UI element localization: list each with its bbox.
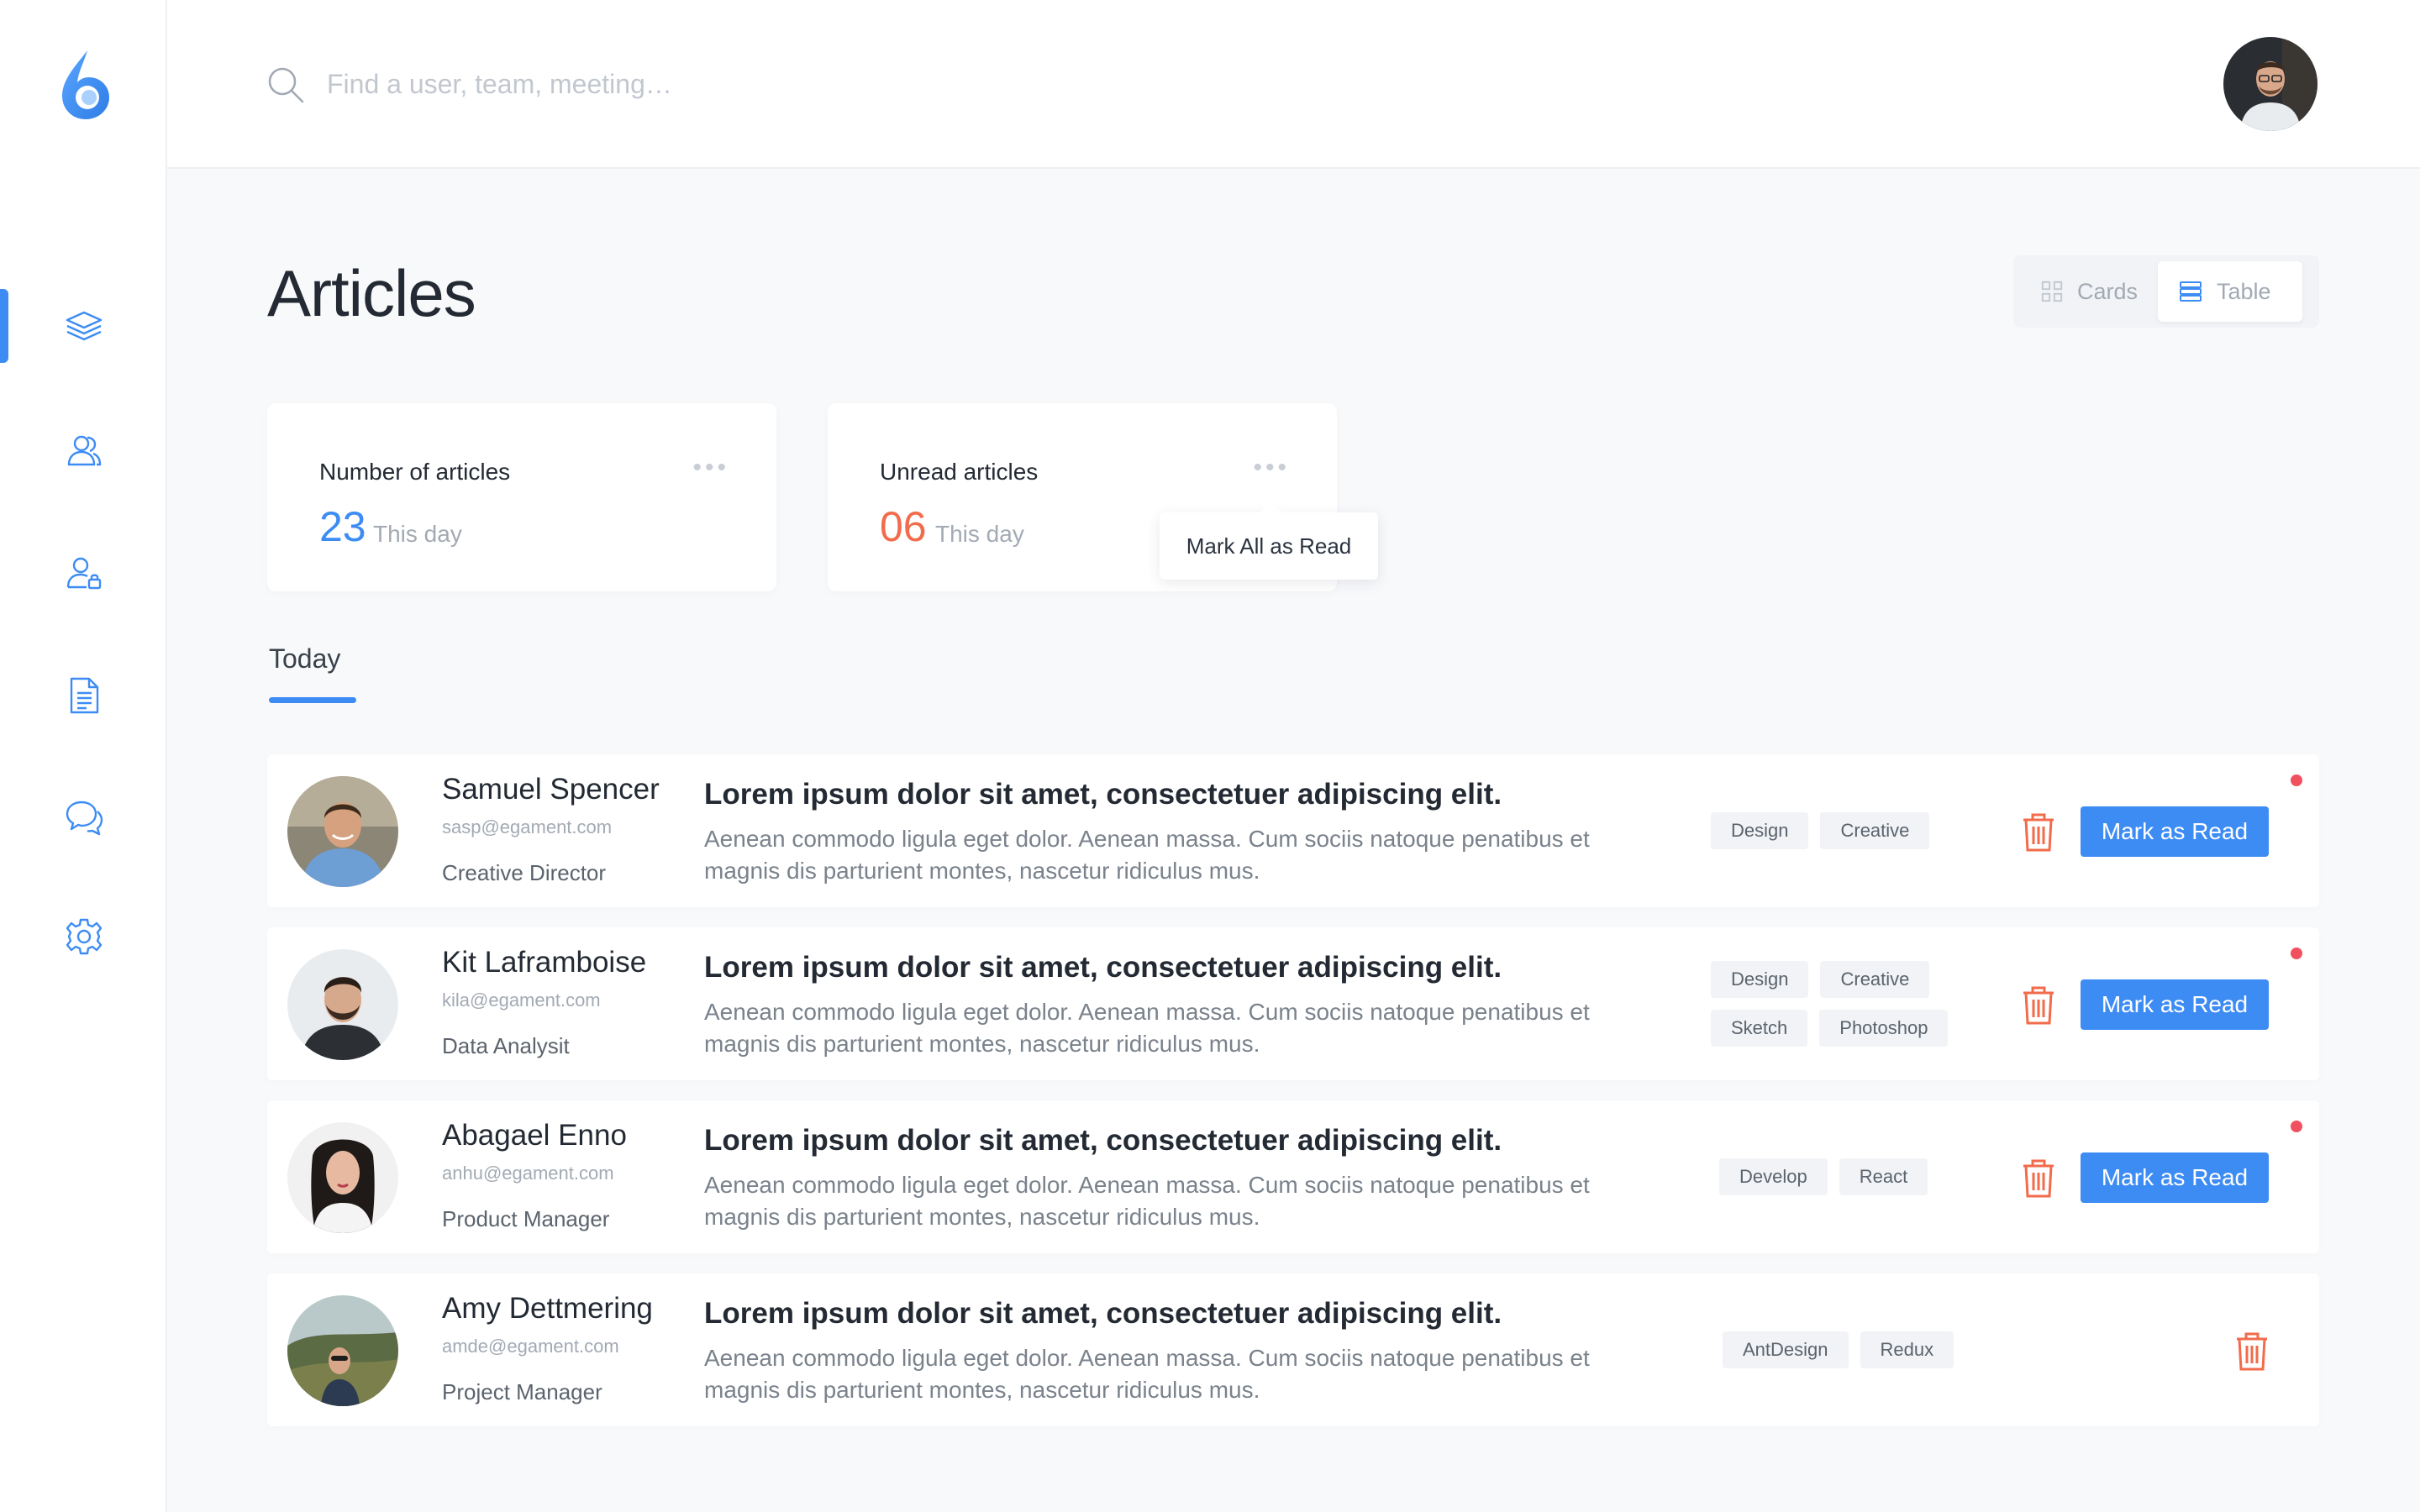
article-title: Lorem ipsum dolor sit amet, consectetuer… [704,1124,1502,1157]
table-row: Kit Laframboise kila@egament.com Data An… [267,927,2319,1080]
tag[interactable]: Redux [1860,1331,1954,1368]
author-name: Samuel Spencer [442,773,660,806]
author-email: sasp@egament.com [442,816,613,837]
article-title: Lorem ipsum dolor sit amet, consectetuer… [704,951,1502,984]
article-title: Lorem ipsum dolor sit amet, consectetuer… [704,778,1502,811]
author-role: Product Manager [442,1206,610,1231]
trash-icon[interactable] [2232,1329,2272,1373]
search-icon [268,67,304,103]
stat-value: 23 [319,503,366,550]
more-options-icon[interactable]: ••• [692,454,729,482]
tag[interactable]: Sketch [1711,1010,1808,1047]
chat-icon [66,801,103,836]
stat-sub: This day [935,521,1024,547]
users-icon [67,435,101,466]
cards-view-label: Cards [2076,278,2138,304]
table-view-label: Table [2217,278,2271,304]
avatar [287,949,398,1060]
avatar [287,776,398,887]
article-title: Lorem ipsum dolor sit amet, consectetuer… [704,1297,1502,1330]
list-icon [2180,281,2202,302]
stat-label: Unread articles [880,459,1039,485]
unread-indicator [2291,948,2302,959]
cards-view-button[interactable]: Cards [2018,261,2158,322]
sidebar-item-user-lock[interactable] [0,535,167,611]
page-title: Articles [267,256,476,330]
stat-sub: This day [373,521,462,547]
table-row: Samuel Spencer sasp@egament.com Creative… [267,754,2319,907]
layers-icon [66,311,102,341]
author-name: Kit Laframboise [442,946,647,979]
tag[interactable]: Develop [1719,1158,1828,1195]
trash-icon[interactable] [2018,810,2059,853]
search-input[interactable] [327,59,1083,109]
mark-as-read-button[interactable]: Mark as Read [2081,979,2269,1030]
table-row: Amy Dettmering amde@egament.com Project … [267,1273,2319,1426]
stat-card-articles: Number of articles 23 This day ••• [267,403,776,591]
document-icon [70,677,98,714]
tag[interactable]: React [1839,1158,1928,1195]
author-role: Project Manager [442,1379,602,1404]
author-email: anhu@egament.com [442,1163,614,1184]
tag-list: Design Creative [1711,754,1988,907]
user-lock-icon [66,557,101,590]
sidebar-item-settings[interactable] [0,899,167,974]
tag[interactable]: AntDesign [1723,1331,1849,1368]
tag[interactable]: Design [1711,961,1809,998]
trash-icon[interactable] [2018,983,2059,1026]
tag[interactable]: Design [1711,812,1809,849]
tag-list: Develop React [1719,1100,1996,1253]
sidebar-item-messages[interactable] [0,780,167,856]
grid-icon [2041,281,2063,302]
article-excerpt: Aenean commodo ligula eget dolor. Aenean… [704,826,1590,884]
sidebar-item-documents[interactable] [0,658,167,733]
gear-icon [66,918,102,955]
table-view-button[interactable]: Table [2158,261,2302,322]
mark-as-read-button[interactable]: Mark as Read [2081,1152,2269,1203]
author-email: amde@egament.com [442,1336,619,1357]
author-email: kila@egament.com [442,990,601,1011]
brand-logo[interactable] [59,49,113,121]
author-name: Amy Dettmering [442,1292,653,1325]
tag[interactable]: Photoshop [1819,1010,1949,1047]
trash-icon[interactable] [2018,1156,2059,1200]
author-role: Data Analysit [442,1033,570,1058]
sidebar-item-articles[interactable] [0,288,167,364]
mark-as-read-button[interactable]: Mark as Read [2081,806,2269,857]
unread-indicator [2291,774,2302,786]
user-avatar[interactable] [2223,37,2317,131]
author-role: Creative Director [442,860,607,885]
article-excerpt: Aenean commodo ligula eget dolor. Aenean… [704,1345,1590,1403]
tag[interactable]: Creative [1820,961,1930,998]
author-name: Abagael Enno [442,1119,627,1152]
unread-indicator [2291,1121,2302,1132]
tag-list: AntDesign Redux [1723,1273,2000,1426]
article-excerpt: Aenean commodo ligula eget dolor. Aenean… [704,1172,1590,1230]
mark-all-read-menu-item[interactable]: Mark All as Read [1160,502,1378,580]
avatar [287,1122,398,1233]
tag-list: Design Creative Sketch Photoshop [1711,927,1988,1080]
stat-value: 06 [880,503,927,550]
tag[interactable]: Creative [1820,812,1930,849]
sidebar [0,0,167,1512]
view-toggle: Cards Table [2013,255,2319,328]
more-options-icon[interactable]: ••• [1253,454,1290,482]
tab-today[interactable]: Today [269,643,340,675]
tab-active-underline [269,697,356,703]
table-row: Abagael Enno anhu@egament.com Product Ma… [267,1100,2319,1253]
sidebar-item-teams[interactable] [0,412,167,488]
article-excerpt: Aenean commodo ligula eget dolor. Aenean… [704,999,1590,1057]
top-bar [167,0,2420,169]
avatar [287,1295,398,1406]
stat-label: Number of articles [319,459,511,485]
